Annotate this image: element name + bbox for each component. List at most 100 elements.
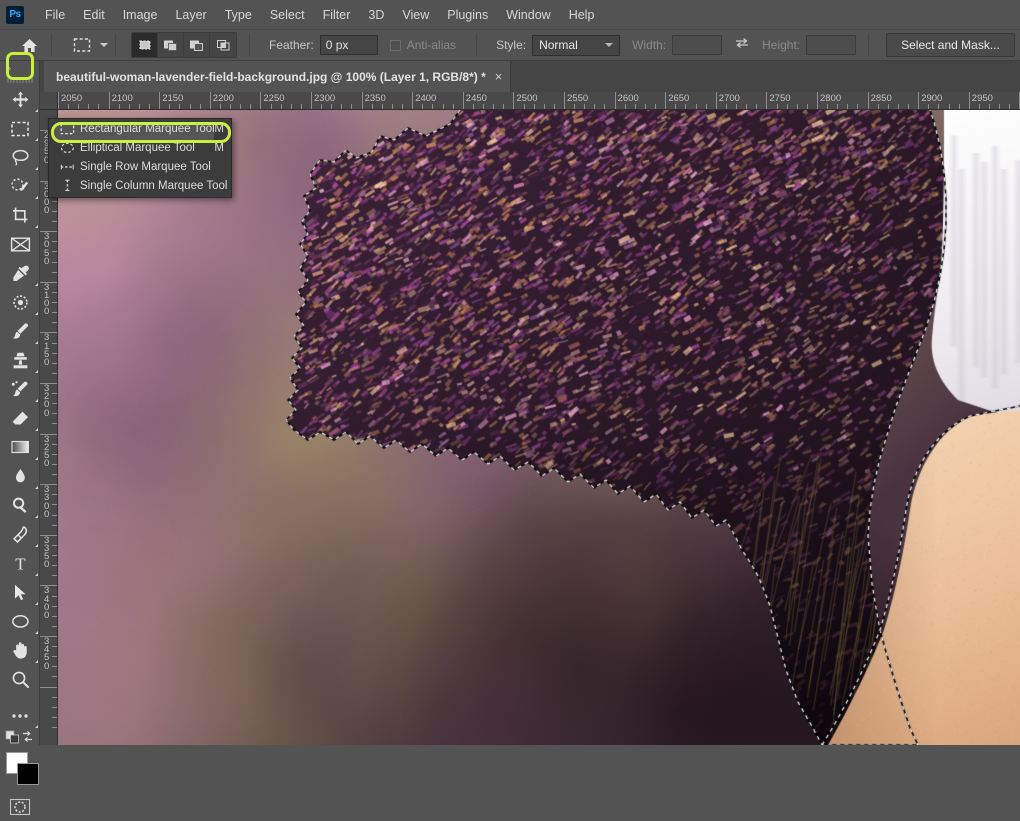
tool-move-tool[interactable]	[0, 85, 40, 114]
menu-select[interactable]: Select	[261, 3, 314, 27]
ruler-label: 2350	[364, 93, 386, 104]
menu-type[interactable]: Type	[216, 3, 261, 27]
select-and-mask-button[interactable]: Select and Mask...	[886, 33, 1015, 57]
marquee-tool-flyout-menu[interactable]: Rectangular Marquee Tool M Elliptical Ma…	[48, 118, 232, 198]
menu-3d[interactable]: 3D	[359, 3, 393, 27]
ruler-label: 2500	[516, 93, 538, 104]
tool-rectangular-marquee-tool[interactable]	[0, 114, 40, 143]
flyout-label: Rectangular Marquee Tool	[80, 122, 215, 135]
tool-eyedropper-tool[interactable]	[0, 259, 40, 288]
menu-plugins[interactable]: Plugins	[438, 3, 497, 27]
path-selection-arrow-icon	[15, 584, 26, 601]
anti-alias-label: Anti-alias	[406, 38, 457, 52]
menu-filter[interactable]: Filter	[314, 3, 360, 27]
flyout-item-elliptical-marquee-tool[interactable]: Elliptical Marquee Tool M	[49, 138, 231, 157]
vertical-ruler[interactable]: 2 9 5 03 0 0 03 0 5 03 1 0 03 1 5 03 2 0…	[40, 110, 58, 745]
tool-hand-tool[interactable]	[0, 636, 40, 665]
ruler-label: 2800	[820, 93, 842, 104]
tool-gradient-tool[interactable]	[0, 433, 40, 462]
menu-view[interactable]: View	[393, 3, 438, 27]
flyout-item-rectangular-marquee-tool[interactable]: Rectangular Marquee Tool M	[49, 119, 231, 138]
ruler-label: 2300	[314, 93, 336, 104]
ruler-label: 2400	[415, 93, 437, 104]
menu-layer[interactable]: Layer	[166, 3, 215, 27]
active-tool-button[interactable]	[69, 33, 95, 57]
color-controls-row	[0, 730, 39, 748]
ruler-label: 2950	[971, 93, 993, 104]
height-input[interactable]	[806, 35, 857, 55]
eyedropper-icon	[12, 265, 29, 281]
tool-brush-tool[interactable]	[0, 317, 40, 346]
ruler-label: 2600	[617, 93, 639, 104]
lasso-icon	[11, 149, 29, 166]
height-label: Height:	[762, 38, 801, 52]
tool-zoom-tool[interactable]	[0, 665, 40, 694]
menu-window[interactable]: Window	[497, 3, 559, 27]
tool-type-tool[interactable]: T	[0, 549, 40, 578]
crop-icon	[12, 207, 27, 223]
pen-icon	[12, 526, 27, 544]
menu-edit[interactable]: Edit	[74, 3, 114, 27]
anti-alias-checkbox[interactable]	[389, 39, 401, 51]
ruler-label: 2150	[162, 93, 184, 104]
new-selection-icon	[139, 40, 150, 50]
background-color-swatch[interactable]	[17, 763, 39, 785]
add-to-selection-icon	[164, 40, 177, 51]
artwork-bitmap	[58, 110, 1020, 745]
tool-lasso-tool[interactable]	[0, 143, 40, 172]
tool-blur-tool[interactable]	[0, 462, 40, 491]
tool-path-selection-tool[interactable]	[0, 578, 40, 607]
menu-help[interactable]: Help	[560, 3, 604, 27]
document-tab-bar: beautiful-woman-lavender-field-backgroun…	[40, 61, 1020, 92]
tool-history-brush-tool[interactable]	[0, 375, 40, 404]
move-icon	[12, 91, 28, 108]
swap-foreground-background-icon[interactable]	[21, 730, 34, 748]
subtract-from-selection-button[interactable]	[184, 33, 210, 57]
close-icon[interactable]: ×	[495, 69, 503, 84]
flyout-label: Single Row Marquee Tool	[80, 160, 211, 173]
ruler-label: 2850	[870, 93, 892, 104]
flyout-shortcut: M	[214, 141, 224, 154]
selection-mode-group	[131, 32, 237, 58]
frame-icon	[10, 237, 30, 252]
ruler-label: 2250	[263, 93, 285, 104]
add-to-selection-button[interactable]	[158, 33, 184, 57]
new-selection-button[interactable]	[132, 33, 158, 57]
tool-object-selection-tool[interactable]	[0, 172, 40, 201]
style-select[interactable]: Normal	[532, 34, 621, 56]
menu-bar: Ps File Edit Image Layer Type Select Fil…	[0, 0, 1020, 29]
ruler-corner[interactable]	[40, 92, 58, 110]
type-icon: T	[15, 555, 26, 574]
menu-image[interactable]: Image	[114, 3, 167, 27]
horizontal-ruler[interactable]: 2050 2100 2150 2200 2250 2300 2350 2400 2450 2500…	[58, 92, 1020, 110]
feather-input[interactable]: 0 px	[319, 35, 378, 55]
menu-file[interactable]: File	[36, 3, 74, 27]
tool-ellipse-tool[interactable]	[0, 607, 40, 636]
default-foreground-background-icon[interactable]	[5, 730, 20, 749]
ruler-label: 2650	[668, 93, 690, 104]
tool-preset-chevron-down-icon[interactable]	[100, 43, 108, 47]
tool-edit-toolbar[interactable]	[0, 701, 40, 730]
quick-mask-button[interactable]	[0, 792, 40, 821]
tool-spot-healing-brush-tool[interactable]	[0, 288, 40, 317]
rectangular-marquee-icon	[73, 38, 91, 52]
tool-clone-stamp-tool[interactable]	[0, 346, 40, 375]
tool-frame-tool[interactable]	[0, 230, 40, 259]
tool-crop-tool[interactable]	[0, 201, 40, 230]
swap-width-height-icon[interactable]	[734, 36, 750, 55]
intersect-with-selection-button[interactable]	[210, 33, 236, 57]
style-label: Style:	[496, 38, 527, 52]
tool-eraser-tool[interactable]	[0, 404, 40, 433]
spot-healing-icon	[12, 295, 28, 310]
tool-dodge-tool[interactable]	[0, 491, 40, 520]
document-tab[interactable]: beautiful-woman-lavender-field-backgroun…	[44, 61, 512, 92]
tool-pen-tool[interactable]	[0, 520, 40, 549]
toolbar-drag-grip[interactable]	[0, 75, 39, 85]
collapse-toolbar-button[interactable]: »	[0, 61, 39, 75]
flyout-item-single-column-marquee-tool[interactable]: Single Column Marquee Tool	[49, 176, 231, 195]
hand-icon	[12, 642, 27, 659]
image-canvas[interactable]	[58, 110, 1020, 745]
home-button[interactable]	[14, 33, 44, 57]
flyout-item-single-row-marquee-tool[interactable]: Single Row Marquee Tool	[49, 157, 231, 176]
width-input[interactable]	[672, 35, 723, 55]
